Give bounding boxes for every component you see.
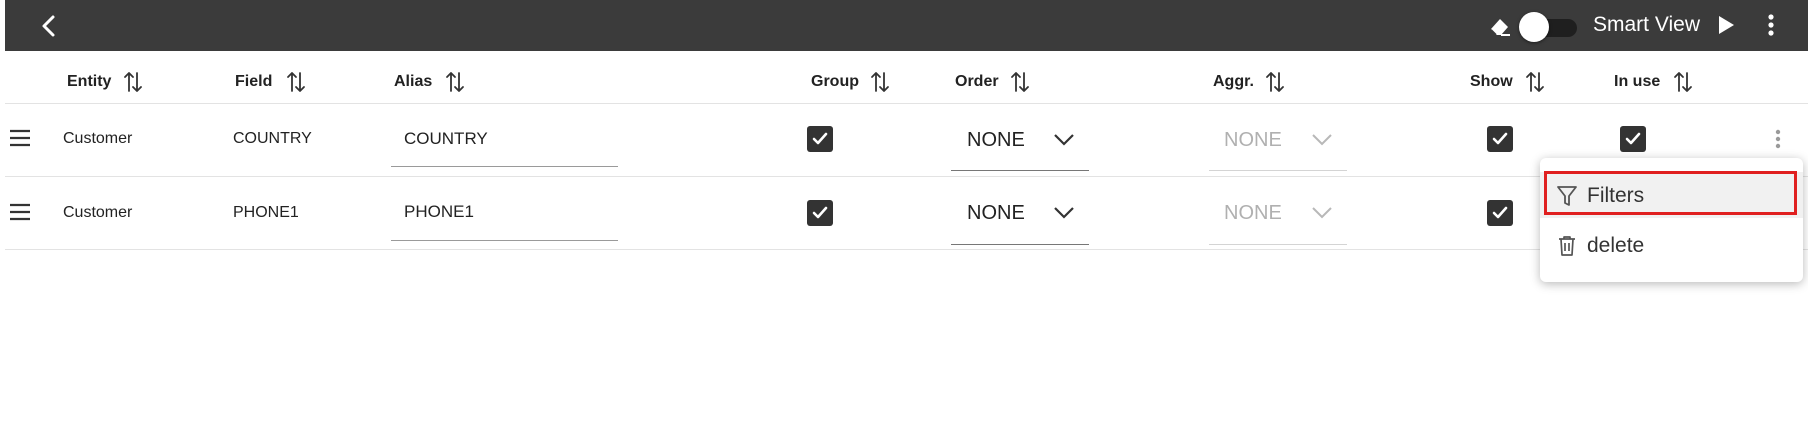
row-context-menu: Filters delete <box>1540 158 1803 282</box>
sort-icon[interactable] <box>1671 70 1695 94</box>
filter-icon <box>1557 186 1577 206</box>
chevron-down-icon[interactable] <box>1053 206 1075 220</box>
menu-item-filters[interactable]: Filters <box>1540 171 1803 218</box>
row-divider <box>5 176 1808 177</box>
chevron-down-icon <box>1312 207 1332 219</box>
row-divider <box>5 249 1808 250</box>
aggr-select: NONE <box>1224 129 1282 151</box>
smart-view-label: Smart View <box>1593 13 1700 36</box>
cell-entity: Customer <box>63 130 133 147</box>
order-select[interactable]: NONE <box>967 202 1025 224</box>
aggr-select: NONE <box>1224 202 1282 224</box>
alias-input[interactable]: PHONE1 <box>404 202 474 222</box>
cell-field: PHONE1 <box>233 204 299 221</box>
order-select-underline <box>951 170 1089 171</box>
column-header-aggr: Aggr. <box>1213 73 1254 90</box>
column-header-entity: Entity <box>67 73 112 90</box>
menu-item-label: delete <box>1587 234 1645 257</box>
check-icon <box>1492 206 1508 219</box>
show-checkbox[interactable] <box>1487 200 1513 226</box>
menu-item-delete[interactable]: delete <box>1540 222 1803 268</box>
drag-handle-icon[interactable] <box>9 203 31 221</box>
sort-icon[interactable] <box>1263 70 1287 94</box>
more-vertical-icon <box>1775 129 1781 149</box>
aggr-select-underline <box>1209 170 1347 171</box>
alias-input[interactable]: COUNTRY <box>404 129 488 149</box>
trash-icon <box>1559 236 1575 256</box>
smart-view-toggle[interactable] <box>1517 12 1581 42</box>
alias-input-underline <box>391 240 618 241</box>
sort-icon[interactable] <box>1523 70 1547 94</box>
drag-handle-icon[interactable] <box>9 129 31 147</box>
row-more-options-button[interactable] <box>1768 128 1788 152</box>
more-vertical-icon <box>1768 14 1774 36</box>
chevron-down-icon[interactable] <box>1053 133 1075 147</box>
column-header-order: Order <box>955 73 999 90</box>
column-header-alias: Alias <box>394 73 433 90</box>
cell-field: COUNTRY <box>233 130 312 147</box>
check-icon <box>1625 132 1641 145</box>
toggle-knob <box>1519 12 1549 42</box>
in-use-checkbox[interactable] <box>1620 126 1646 152</box>
row-divider <box>5 103 1808 104</box>
cell-entity: Customer <box>63 204 133 221</box>
aggr-select-underline <box>1209 244 1347 245</box>
more-options-button[interactable] <box>1761 12 1781 38</box>
check-icon <box>812 206 828 219</box>
chevron-left-icon <box>42 15 55 37</box>
group-checkbox[interactable] <box>807 200 833 226</box>
back-button[interactable] <box>34 11 64 41</box>
column-header-show: Show <box>1470 73 1513 90</box>
run-button[interactable] <box>1712 12 1738 38</box>
play-icon <box>1719 16 1734 34</box>
clear-button[interactable] <box>1487 13 1513 39</box>
sort-icon[interactable] <box>868 70 892 94</box>
check-icon <box>812 132 828 145</box>
sort-icon[interactable] <box>443 70 467 94</box>
group-checkbox[interactable] <box>807 126 833 152</box>
order-select-underline <box>951 244 1089 245</box>
check-icon <box>1492 132 1508 145</box>
alias-input-underline <box>391 166 618 167</box>
column-header-field: Field <box>235 73 273 90</box>
highlight-box <box>1544 171 1797 215</box>
sort-icon[interactable] <box>1008 70 1032 94</box>
sort-icon[interactable] <box>284 70 308 94</box>
column-header-in-use: In use <box>1614 73 1661 90</box>
column-header-group: Group <box>811 73 859 90</box>
chevron-down-icon <box>1312 134 1332 146</box>
top-toolbar: Smart View <box>5 0 1808 51</box>
menu-item-label: Filters <box>1587 184 1645 207</box>
sort-icon[interactable] <box>121 70 145 94</box>
show-checkbox[interactable] <box>1487 126 1513 152</box>
order-select[interactable]: NONE <box>967 129 1025 151</box>
eraser-icon <box>1490 19 1510 36</box>
